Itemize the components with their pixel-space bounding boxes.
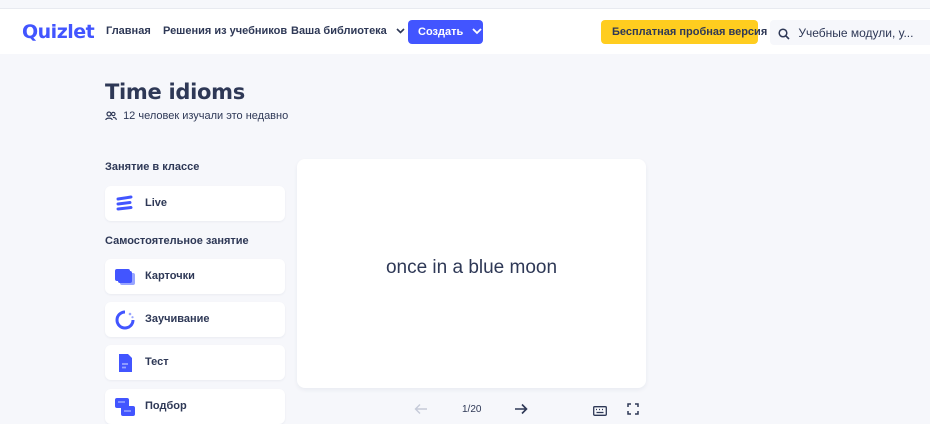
live-icon (115, 194, 135, 214)
mode-learn-label: Заучивание (145, 313, 210, 325)
nav-home[interactable]: Главная (106, 25, 151, 37)
create-button[interactable]: Создать (408, 20, 483, 44)
nav-your-library[interactable]: Ваша библиотека (291, 25, 405, 37)
previous-card-button[interactable] (414, 402, 428, 420)
keyboard-shortcuts-button[interactable] (593, 403, 607, 421)
section-classroom: Занятие в классе (105, 161, 200, 173)
mode-flashcards[interactable]: Карточки (105, 259, 285, 294)
nav-textbook-solutions-label: Решения из учебников (163, 25, 288, 37)
flashcard-term: once in a blue moon (385, 257, 558, 278)
arrow-right-icon (515, 403, 528, 415)
mode-match[interactable]: Подбор (105, 389, 285, 424)
set-title: Time idioms (105, 80, 245, 104)
mode-match-label: Подбор (145, 400, 187, 412)
search-icon (778, 26, 798, 40)
recent-learners: 12 человек изучали это недавно (105, 110, 288, 122)
nav-your-library-label: Ваша библиотека (291, 25, 387, 37)
mode-live-label: Live (145, 197, 168, 209)
free-trial-button[interactable]: Бесплатная пробная версия (601, 20, 767, 44)
arrow-left-icon (414, 404, 427, 414)
learn-icon (115, 310, 135, 330)
create-button-label: Создать (418, 26, 464, 38)
fullscreen-icon (627, 403, 639, 415)
mode-learn[interactable]: Заучивание (105, 302, 285, 337)
keyboard-icon (593, 406, 607, 416)
chevron-down-icon (396, 26, 405, 36)
flashcards-icon (115, 267, 135, 287)
recent-learners-text: 12 человек изучали это недавно (123, 110, 289, 122)
mode-test[interactable]: Тест (105, 345, 285, 380)
nav-home-label: Главная (106, 25, 151, 37)
top-navigation-bar: Quizlet Главная Решения из учебников Ваш… (0, 8, 930, 54)
search-placeholder: Учебные модули, у... (798, 26, 914, 40)
mode-live[interactable]: Live (105, 186, 285, 221)
fullscreen-button[interactable] (627, 402, 639, 420)
search-input[interactable]: Учебные модули, у... (770, 20, 930, 45)
match-icon (115, 397, 135, 417)
flashcard[interactable]: once in a blue moon (297, 159, 646, 388)
test-icon (115, 353, 135, 373)
card-counter: 1/20 (462, 404, 482, 415)
mode-test-label: Тест (145, 356, 169, 368)
next-card-button[interactable] (514, 402, 528, 420)
people-icon (105, 110, 123, 122)
quizlet-logo[interactable]: Quizlet (22, 21, 95, 43)
mode-flashcards-label: Карточки (145, 270, 195, 282)
section-self-study: Самостоятельное занятие (105, 235, 249, 247)
free-trial-label: Бесплатная пробная версия (612, 26, 768, 38)
chevron-down-icon (472, 27, 482, 37)
nav-textbook-solutions[interactable]: Решения из учебников (163, 25, 287, 37)
